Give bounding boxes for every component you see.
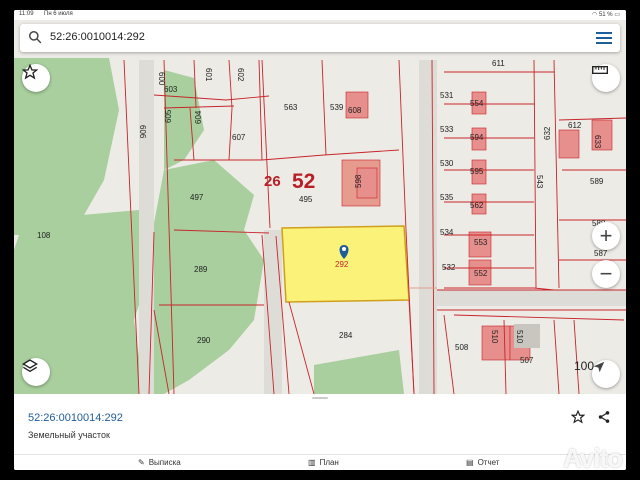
label-495: 495: [299, 195, 313, 204]
status-bar: 11:09 Пн 6 июля ◠ 51 % ▭: [14, 10, 626, 20]
label-510-a: 510: [490, 330, 499, 344]
label-598: 598: [354, 174, 363, 188]
label-562: 562: [470, 201, 484, 210]
search-bar[interactable]: 52:26:0010014:292: [20, 24, 620, 52]
layers-button[interactable]: [22, 358, 50, 386]
label-587: 587: [594, 249, 608, 258]
star-outline-icon: [22, 64, 38, 80]
battery-icon: ▭: [614, 12, 620, 18]
share-icon[interactable]: [597, 410, 611, 424]
label-602: 602: [236, 68, 245, 82]
label-533: 533: [440, 125, 454, 134]
label-633: 633: [593, 135, 602, 149]
label-606: 606: [138, 125, 147, 139]
clipboard-icon: ▤: [466, 458, 474, 467]
quarter-number-label: 26: [264, 173, 281, 190]
label-612: 612: [568, 121, 582, 130]
label-108: 108: [37, 231, 51, 240]
search-icon: [29, 31, 42, 44]
status-date: Пн 6 июля: [44, 11, 73, 17]
label-543: 543: [535, 175, 544, 189]
star-outline-icon[interactable]: [571, 410, 585, 424]
status-time: 11:09: [19, 11, 34, 17]
label-601: 601: [204, 68, 213, 82]
parcel-object-type: Земельный участок: [28, 430, 110, 440]
status-battery: ◠ 51 % ▭: [592, 11, 620, 18]
app-screen: 11:09 Пн 6 июля ◠ 51 % ▭ 611 600 603 601…: [14, 10, 626, 470]
label-539: 539: [330, 103, 344, 112]
zoom-out-button[interactable]: −: [592, 260, 620, 288]
map-canvas[interactable]: 611 600 603 601 602 563 539 608 531 554 …: [14, 20, 626, 394]
layers-icon: [22, 359, 38, 373]
label-600: 600: [157, 72, 166, 86]
pencil-icon: ✎: [138, 458, 145, 467]
label-607: 607: [232, 133, 246, 142]
extract-label: Выписка: [148, 458, 181, 467]
label-534: 534: [440, 228, 454, 237]
label-552: 552: [474, 269, 488, 278]
ruler-button[interactable]: [592, 64, 620, 92]
map-icon: ▥: [308, 458, 316, 467]
parcel-info-panel[interactable]: 52:26:0010014:292 Земельный участок ✎ Вы…: [14, 394, 626, 470]
label-535: 535: [440, 193, 454, 202]
favorite-button[interactable]: [22, 64, 50, 92]
label-530: 530: [440, 159, 454, 168]
label-290: 290: [197, 336, 211, 345]
label-532: 532: [442, 263, 456, 272]
label-292: 292: [335, 260, 349, 269]
report-button[interactable]: ▤ Отчет: [466, 458, 499, 467]
label-289: 289: [194, 265, 208, 274]
avito-watermark: Avito: [562, 443, 623, 473]
label-563: 563: [284, 103, 298, 112]
label-553: 553: [474, 238, 488, 247]
label-554: 554: [470, 99, 484, 108]
ruler-icon: [592, 66, 608, 74]
wifi-icon: ◠: [592, 12, 598, 18]
cadastral-map[interactable]: 611 600 603 601 602 563 539 608 531 554 …: [14, 20, 626, 394]
label-605: 605: [164, 109, 173, 123]
navigation-arrow-icon: [593, 361, 605, 373]
plan-label: План: [319, 458, 339, 467]
panel-actions: ✎ Выписка ▥ План ▤ Отчет: [14, 454, 626, 470]
label-589: 589: [590, 177, 604, 186]
drag-handle[interactable]: [312, 397, 328, 399]
label-595: 595: [470, 167, 484, 176]
region-number-label: 52: [292, 170, 315, 193]
my-location-button[interactable]: [592, 360, 620, 388]
label-603: 603: [164, 85, 178, 94]
plan-button[interactable]: ▥ План: [308, 458, 339, 467]
parcel-cadastral-number: 52:26:0010014:292: [28, 412, 123, 424]
label-284: 284: [339, 331, 353, 340]
search-input[interactable]: 52:26:0010014:292: [50, 31, 145, 43]
label-604: 604: [194, 110, 203, 124]
battery-percent: 51 %: [598, 12, 613, 18]
label-531: 531: [440, 91, 454, 100]
label-508: 508: [455, 343, 469, 352]
label-611: 611: [492, 59, 505, 68]
label-608: 608: [348, 106, 362, 115]
label-510-b: 510: [515, 330, 524, 344]
label-507: 507: [520, 356, 534, 365]
hamburger-menu-icon[interactable]: [596, 31, 612, 45]
extract-button[interactable]: ✎ Выписка: [138, 458, 181, 467]
label-632: 632: [543, 126, 552, 140]
report-label: Отчет: [477, 458, 500, 467]
label-497: 497: [190, 193, 204, 202]
zoom-in-button[interactable]: +: [592, 222, 620, 250]
label-594: 594: [470, 133, 484, 142]
